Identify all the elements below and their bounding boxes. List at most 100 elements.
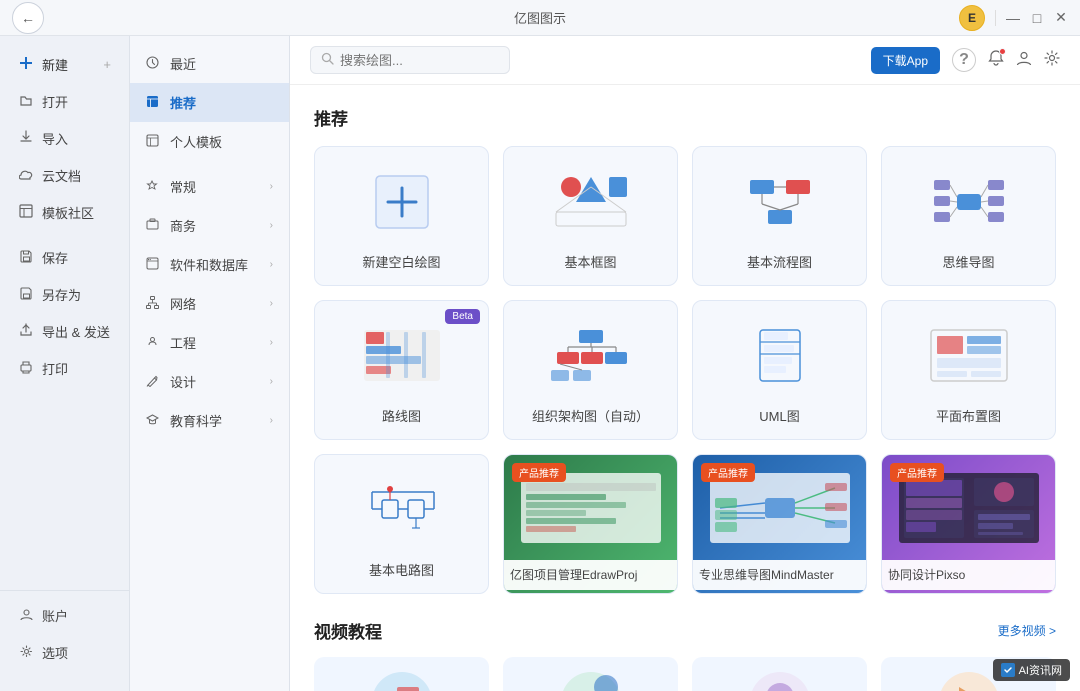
recommend-icon <box>146 95 162 111</box>
help-button[interactable]: ? <box>952 48 976 72</box>
sidebar-import-label: 导入 <box>42 129 68 148</box>
nav-item-recent[interactable]: 最近 <box>130 44 289 83</box>
network-icon <box>146 296 162 312</box>
sidebar-bottom: 账户 选项 <box>0 584 129 681</box>
nav-item-engineering[interactable]: 工程 › <box>130 323 289 362</box>
notification-button[interactable] <box>988 50 1004 71</box>
sidebar-item-saveas[interactable]: 另存为 <box>0 276 129 313</box>
software-icon <box>146 257 162 273</box>
design-icon <box>146 374 162 390</box>
user-button[interactable] <box>1016 50 1032 71</box>
nav-recent-label: 最近 <box>170 54 196 73</box>
sidebar-cloud-label: 云文档 <box>42 166 81 185</box>
back-button[interactable]: ← <box>12 2 44 34</box>
middle-nav: 最近 推荐 个人模板 <box>130 36 290 691</box>
nav-item-general[interactable]: 常规 › <box>130 167 289 206</box>
promo-badge-mindmaster: 产品推荐 <box>701 463 755 482</box>
template-card-org[interactable]: 组织架构图（自动） <box>503 300 678 440</box>
template-card-circuit[interactable]: 基本电路图 <box>314 454 489 594</box>
sidebar-item-cloud[interactable]: 云文档 <box>0 157 129 194</box>
business-icon <box>146 218 162 234</box>
template-card-mindmaster[interactable]: 产品推荐 <box>692 454 867 594</box>
template-label-circuit: 基本电路图 <box>369 560 434 579</box>
template-card-route[interactable]: Beta 路线图 <box>314 300 489 440</box>
template-grid: 新建空白绘图 基本框图 <box>314 146 1056 594</box>
account-icon <box>18 608 34 624</box>
maximize-button[interactable]: □ <box>1030 11 1044 25</box>
business-chevron-icon: › <box>270 220 273 231</box>
export-icon <box>18 323 34 340</box>
sidebar-item-new[interactable]: 新建 + <box>0 46 129 83</box>
video-card-2[interactable] <box>503 657 678 691</box>
template-card-layout[interactable]: 平面布置图 <box>881 300 1056 440</box>
template-card-basic-frame[interactable]: 基本框图 <box>503 146 678 286</box>
nav-design-label: 设计 <box>170 372 196 391</box>
template-label-edrawproj: 亿图项目管理EdrawProj <box>510 568 637 582</box>
sidebar-item-options[interactable]: 选项 <box>0 634 129 671</box>
sidebar-divider <box>0 590 129 591</box>
sidebar-item-export[interactable]: 导出 & 发送 <box>0 313 129 350</box>
sidebar-item-account[interactable]: 账户 <box>0 597 129 634</box>
watermark-icon <box>1001 663 1015 677</box>
nav-item-design[interactable]: 设计 › <box>130 362 289 401</box>
template-card-edrawproj[interactable]: 产品推荐 亿图项目管理EdrawProj <box>503 454 678 594</box>
template-card-mindmap[interactable]: 思维导图 <box>881 146 1056 286</box>
search-box[interactable] <box>310 46 510 74</box>
education-chevron-icon: › <box>270 415 273 426</box>
sidebar-item-template[interactable]: 模板社区 <box>0 194 129 231</box>
video-title: 视频教程 <box>314 618 382 643</box>
new-plus-icon: + <box>103 57 111 72</box>
video-card-3[interactable] <box>692 657 867 691</box>
video-section-header: 视频教程 更多视频 > <box>314 618 1056 643</box>
settings-button[interactable] <box>1044 50 1060 71</box>
minimize-button[interactable]: — <box>1006 11 1020 25</box>
design-chevron-icon: › <box>270 376 273 387</box>
app-title: 亿图图示 <box>514 8 566 27</box>
sidebar-new-label: 新建 <box>42 55 68 74</box>
template-label-mindmap: 思维导图 <box>942 252 994 271</box>
template-card-new-blank[interactable]: 新建空白绘图 <box>314 146 489 286</box>
template-card-pixso[interactable]: 产品推荐 <box>881 454 1056 594</box>
content-toolbar: 下载App ? <box>290 36 1080 85</box>
template-card-basic-flow[interactable]: 基本流程图 <box>692 146 867 286</box>
sidebar-item-print[interactable]: 打印 <box>0 350 129 387</box>
template-label-org: 组织架构图（自动） <box>532 406 649 425</box>
template-label-mindmaster: 专业思维导图MindMaster <box>699 568 834 582</box>
content-area: 下载App ? 推荐 <box>290 36 1080 691</box>
nav-general-label: 常规 <box>170 177 196 196</box>
nav-item-network[interactable]: 网络 › <box>130 284 289 323</box>
nav-item-personal[interactable]: 个人模板 <box>130 122 289 161</box>
sidebar-item-save[interactable]: 保存 <box>0 239 129 276</box>
nav-item-education[interactable]: 教育科学 › <box>130 401 289 440</box>
sidebar-item-import[interactable]: 导入 <box>0 120 129 157</box>
close-button[interactable]: ✕ <box>1054 11 1068 25</box>
template-label-uml: UML图 <box>759 406 799 425</box>
nav-item-business[interactable]: 商务 › <box>130 206 289 245</box>
nav-item-software[interactable]: 软件和数据库 › <box>130 245 289 284</box>
sidebar-saveas-label: 另存为 <box>42 285 81 304</box>
engineering-icon <box>146 335 162 351</box>
titlebar-right: E — □ ✕ <box>959 5 1068 31</box>
template-label-basic-flow: 基本流程图 <box>747 252 812 271</box>
education-icon <box>146 413 162 429</box>
nav-business-label: 商务 <box>170 216 196 235</box>
nav-software-label: 软件和数据库 <box>170 255 248 274</box>
nav-item-recommend[interactable]: 推荐 <box>130 83 289 122</box>
download-app-button[interactable]: 下载App <box>871 47 940 74</box>
engineering-chevron-icon: › <box>270 337 273 348</box>
template-card-uml[interactable]: UML图 <box>692 300 867 440</box>
more-videos-link[interactable]: 更多视频 > <box>998 622 1056 639</box>
template-label-new-blank: 新建空白绘图 <box>362 252 440 271</box>
search-input[interactable] <box>340 53 490 68</box>
video-card-1[interactable] <box>314 657 489 691</box>
sidebar-item-open[interactable]: 打开 <box>0 83 129 120</box>
sidebar-template-label: 模板社区 <box>42 203 94 222</box>
template-label-pixso: 协同设计Pixso <box>888 568 965 582</box>
software-chevron-icon: › <box>270 259 273 270</box>
avatar[interactable]: E <box>959 5 985 31</box>
sidebar-export-label: 导出 & 发送 <box>42 322 110 341</box>
nav-engineering-label: 工程 <box>170 333 196 352</box>
recent-icon <box>146 56 162 72</box>
video-grid <box>314 657 1056 691</box>
saveas-icon <box>18 287 34 303</box>
